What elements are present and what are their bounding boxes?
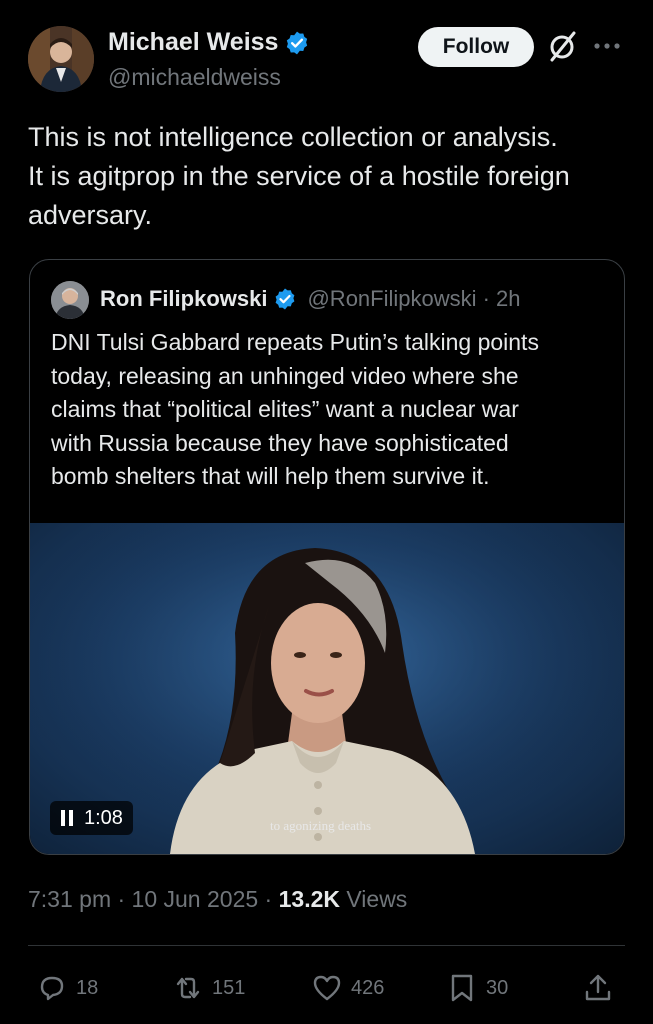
quoted-tweet-text: DNI Tulsi Gabbard repeats Putin’s talkin… [51, 329, 539, 489]
verified-badge-icon [276, 288, 295, 310]
video-player[interactable]: to agonizing deaths 1:08 [30, 523, 624, 854]
bookmark-button[interactable]: 30 [446, 970, 508, 1006]
like-button[interactable]: 426 [311, 970, 384, 1006]
reply-icon [40, 976, 64, 1001]
quoted-header: Ron Filipkowski @RonFilipkowski · 2h [100, 286, 521, 312]
grok-icon[interactable] [548, 30, 578, 62]
like-count: 426 [351, 976, 385, 999]
share-icon [585, 974, 611, 1001]
repost-icon [176, 977, 200, 999]
bookmark-count: 30 [486, 976, 509, 999]
author-avatar[interactable] [28, 26, 94, 92]
quoted-author-avatar[interactable] [51, 281, 89, 319]
quoted-author-handle-time[interactable]: @RonFilipkowski · 2h [307, 286, 520, 312]
video-duration: 1:08 [84, 806, 123, 829]
views-label: Views [339, 886, 408, 912]
follow-button[interactable]: Follow [418, 27, 534, 67]
views-count: 13.2K [278, 886, 340, 912]
video-caption: to agonizing deaths [270, 818, 372, 833]
pause-icon[interactable] [60, 809, 74, 827]
reply-count: 18 [76, 976, 99, 999]
tweet-timestamp[interactable]: 7:31 pm · 10 Jun 2025 · [28, 886, 279, 912]
quoted-author-name[interactable]: Ron Filipkowski [100, 286, 267, 312]
video-duration-pill[interactable]: 1:08 [50, 801, 133, 835]
reply-button[interactable]: 18 [36, 970, 98, 1006]
repost-count: 151 [212, 976, 246, 999]
author-name-row[interactable]: Michael Weiss [108, 28, 310, 57]
like-icon [313, 975, 341, 1001]
repost-button[interactable]: 151 [172, 970, 245, 1006]
author-name[interactable]: Michael Weiss [108, 28, 278, 57]
more-icon[interactable] [592, 36, 622, 56]
verified-badge-icon [287, 31, 308, 54]
share-button[interactable] [582, 970, 614, 1006]
tweet-text: This is not intelligence collection or a… [28, 122, 570, 230]
author-handle[interactable]: @michaeldweiss [108, 64, 281, 91]
quoted-tweet-card[interactable]: Ron Filipkowski @RonFilipkowski · 2h DNI… [29, 259, 625, 855]
divider [28, 945, 625, 946]
tweet-meta: 7:31 pm · 10 Jun 2025 · 13.2K Views [28, 886, 407, 913]
bookmark-icon [451, 974, 473, 1002]
